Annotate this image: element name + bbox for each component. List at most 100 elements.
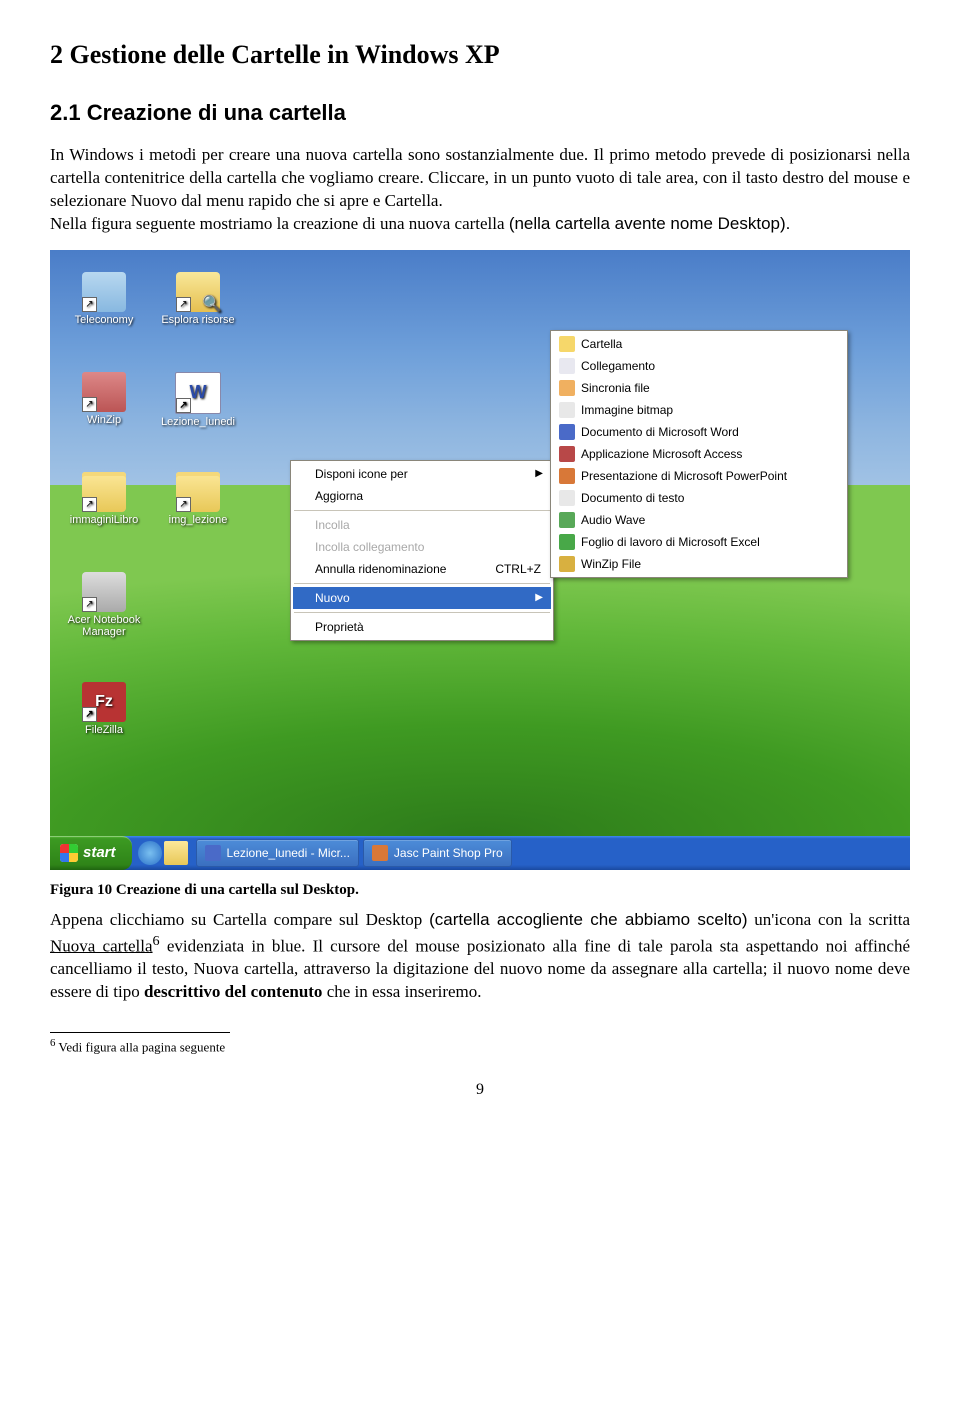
desktop-icon-label: Lezione_lunedi [158, 416, 238, 428]
folder-icon: ↗ [82, 472, 126, 512]
p2-c: un'icona con la scritta [747, 910, 910, 929]
submenu-item-documento-di-microsoft-word[interactable]: Documento di Microsoft Word [553, 421, 845, 443]
desktop-icon-immaginilibro[interactable]: ↗ immaginiLibro [64, 472, 144, 526]
submenu-item-label: Immagine bitmap [581, 403, 673, 417]
menu-item-annulla-ridenominazione[interactable]: Annulla ridenominazioneCTRL+Z [293, 558, 551, 580]
menu-item-nuovo[interactable]: Nuovo▶ [293, 587, 551, 609]
word-icon: W↗ [175, 372, 221, 414]
intro-paragraph: In Windows i metodi per creare una nuova… [50, 144, 910, 236]
desktop-icon-img-lezione[interactable]: ↗ img_lezione [158, 472, 238, 526]
menu-item-label: Incolla [315, 518, 350, 532]
folder-icon: ↗ [176, 472, 220, 512]
p2-link: Nuova cartella [50, 936, 153, 955]
submenu-item-collegamento[interactable]: Collegamento [553, 355, 845, 377]
desktop-icon-label: Acer Notebook Manager [64, 614, 144, 638]
p2-sup: 6 [153, 933, 160, 949]
taskbar-item-lezione-lunedi-micr-[interactable]: Lezione_lunedi - Micr... [196, 839, 359, 867]
desktop-icon-acer-notebook-manager[interactable]: ↗Acer Notebook Manager [64, 572, 144, 638]
shortcut-arrow-icon: ↗ [176, 497, 191, 512]
winxp-desktop-screenshot: ↗Teleconomy↗Esplora risorse↗WinZipW↗Lezi… [50, 250, 910, 870]
desktop-icon-label: FileZilla [64, 724, 144, 736]
menu-item-label: Annulla ridenominazione [315, 562, 446, 576]
folder-icon[interactable] [164, 841, 188, 865]
filetype-icon [559, 446, 575, 462]
desktop-icon-label: Esplora risorse [158, 314, 238, 326]
taskbar-app-icon [372, 845, 388, 861]
section-heading: 2 Gestione delle Cartelle in Windows XP [50, 40, 910, 70]
shortcut-arrow-icon: ↗ [82, 497, 97, 512]
menu-item-incolla-collegamento: Incolla collegamento [293, 536, 551, 558]
desktop-icon-esplora-risorse[interactable]: ↗ Esplora risorse [158, 272, 238, 326]
desktop-icon-lezione-lunedi[interactable]: W↗ Lezione_lunedi [158, 372, 238, 428]
filetype-icon [559, 490, 575, 506]
desktop-icon-label: immaginiLibro [64, 514, 144, 526]
p2-e: che in essa inseriremo. [322, 982, 481, 1001]
fz-icon: Fz↗ [82, 682, 126, 722]
intro-text-c: (nella cartella avente nome Desktop). [509, 214, 791, 233]
submenu-item-label: Cartella [581, 337, 622, 351]
shortcut-arrow-icon: ↗ [176, 297, 191, 312]
filetype-icon [559, 468, 575, 484]
filetype-icon [559, 424, 575, 440]
winzip-icon: ↗ [82, 372, 126, 412]
submenu-item-documento-di-testo[interactable]: Documento di testo [553, 487, 845, 509]
footnote: 6 Vedi figura alla pagina seguente [50, 1037, 910, 1055]
submenu-item-label: Documento di Microsoft Word [581, 425, 739, 439]
menu-item-disponi-icone-per[interactable]: Disponi icone per▶ [293, 463, 551, 485]
submenu-item-label: WinZip File [581, 557, 641, 571]
menu-item-label: Disponi icone per [315, 467, 408, 481]
desktop-icon-label: img_lezione [158, 514, 238, 526]
folder-tools-icon: ↗ [82, 272, 126, 312]
submenu-item-sincronia-file[interactable]: Sincronia file [553, 377, 845, 399]
explorer-icon: ↗ [176, 272, 220, 312]
start-button[interactable]: start [50, 836, 132, 870]
subsection-heading: 2.1 Creazione di una cartella [50, 100, 910, 126]
taskbar-item-jasc-paint-shop-pro[interactable]: Jasc Paint Shop Pro [363, 839, 512, 867]
filetype-icon [559, 512, 575, 528]
submenu-item-immagine-bitmap[interactable]: Immagine bitmap [553, 399, 845, 421]
quicklaunch [138, 841, 188, 865]
footnote-text: Vedi figura alla pagina seguente [55, 1039, 225, 1054]
submenu-item-presentazione-di-microsoft-powerpoint[interactable]: Presentazione di Microsoft PowerPoint [553, 465, 845, 487]
intro-text-b: Nella figura seguente mostriamo la creaz… [50, 214, 509, 233]
desktop-icon-teleconomy[interactable]: ↗Teleconomy [64, 272, 144, 326]
submenu-item-audio-wave[interactable]: Audio Wave [553, 509, 845, 531]
submenu-arrow-icon: ▶ [535, 592, 543, 603]
p2-a: Appena clicchiamo su Cartella compare su… [50, 910, 429, 929]
p2-bold: descrittivo del contenuto [144, 982, 322, 1001]
filetype-icon [559, 402, 575, 418]
menu-item-label: Proprietà [315, 620, 364, 634]
taskbar-item-label: Lezione_lunedi - Micr... [227, 846, 350, 860]
menu-separator [294, 583, 550, 584]
submenu-item-label: Audio Wave [581, 513, 645, 527]
p2-b: (cartella accogliente che abbiamo scelto… [429, 910, 747, 929]
filetype-icon [559, 534, 575, 550]
windows-flag-icon [60, 844, 78, 862]
menu-item-label: Incolla collegamento [315, 540, 424, 554]
ie-icon[interactable] [138, 841, 162, 865]
submenu-item-label: Presentazione di Microsoft PowerPoint [581, 469, 787, 483]
submenu-item-winzip-file[interactable]: WinZip File [553, 553, 845, 575]
desktop-icon-winzip[interactable]: ↗WinZip [64, 372, 144, 426]
submenu-item-label: Applicazione Microsoft Access [581, 447, 742, 461]
submenu-item-applicazione-microsoft-access[interactable]: Applicazione Microsoft Access [553, 443, 845, 465]
submenu-item-foglio-di-lavoro-di-microsoft-excel[interactable]: Foglio di lavoro di Microsoft Excel [553, 531, 845, 553]
menu-separator [294, 612, 550, 613]
start-label: start [83, 844, 116, 861]
submenu-item-label: Collegamento [581, 359, 655, 373]
menu-item-label: Aggiorna [315, 489, 363, 503]
submenu-item-cartella[interactable]: Cartella [553, 333, 845, 355]
shortcut-arrow-icon: ↗ [82, 707, 97, 722]
desktop-context-menu[interactable]: Disponi icone per▶AggiornaIncollaIncolla… [290, 460, 554, 641]
filetype-icon [559, 336, 575, 352]
menu-item-propriet-[interactable]: Proprietà [293, 616, 551, 638]
menu-item-aggiorna[interactable]: Aggiorna [293, 485, 551, 507]
desktop-icon-filezilla[interactable]: Fz↗ FileZilla [64, 682, 144, 736]
taskbar-item-label: Jasc Paint Shop Pro [394, 846, 503, 860]
shortcut-arrow-icon: ↗ [82, 397, 97, 412]
intro-text-a: In Windows i metodi per creare una nuova… [50, 145, 910, 210]
taskbar: start Lezione_lunedi - Micr... Jasc Paint… [50, 836, 910, 870]
new-submenu[interactable]: Cartella Collegamento Sincronia file Immagi… [550, 330, 848, 578]
submenu-item-label: Documento di testo [581, 491, 684, 505]
menu-item-incolla: Incolla [293, 514, 551, 536]
